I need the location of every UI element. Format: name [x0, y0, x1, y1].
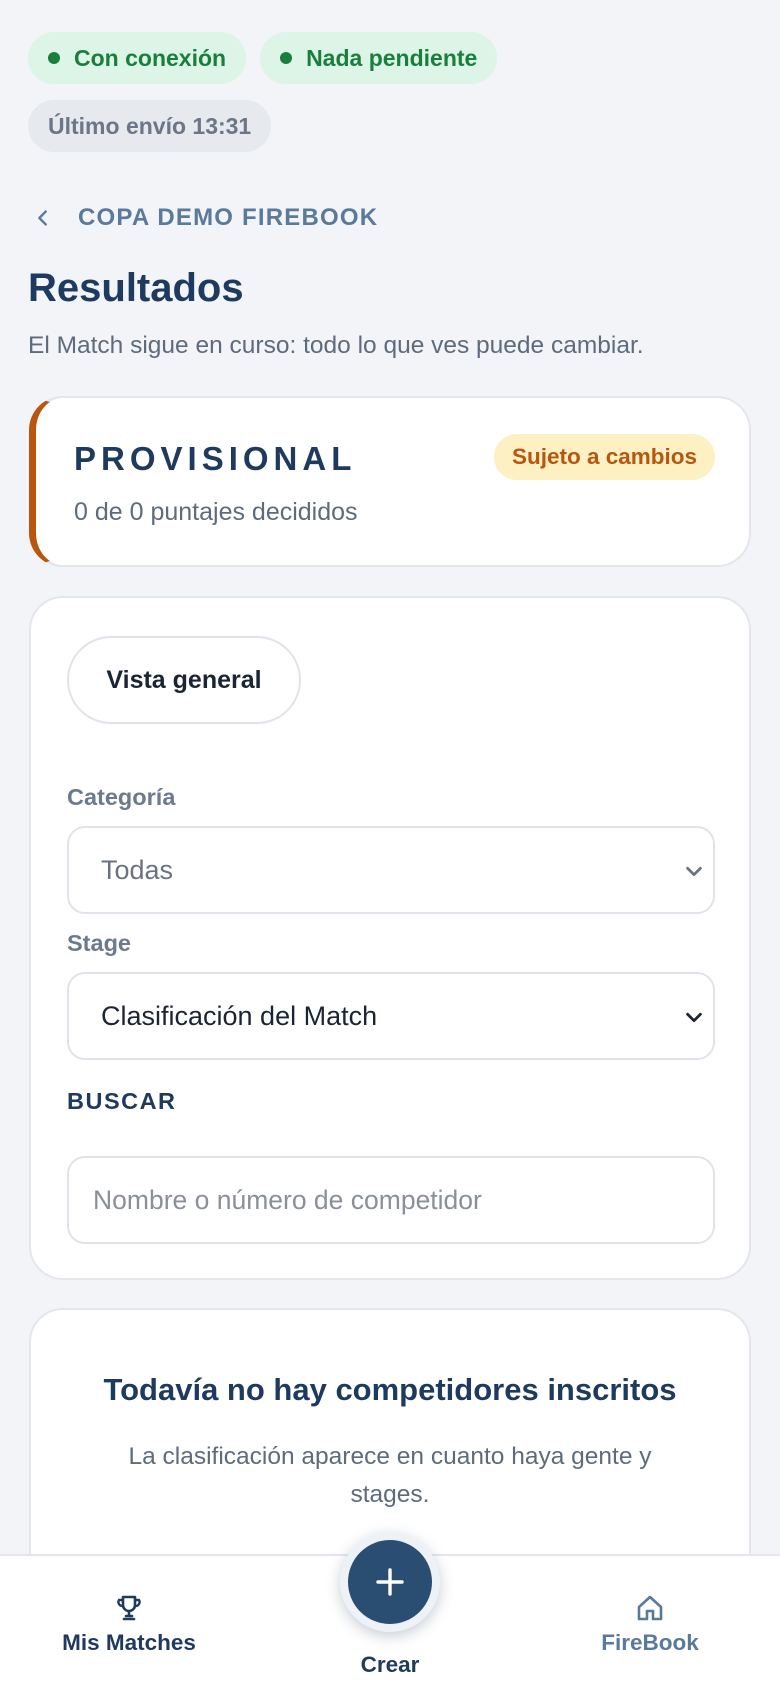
last-sent-label: Último envío 13:31 — [48, 112, 252, 139]
status-bar: Con conexión Nada pendiente — [28, 32, 498, 84]
last-sent-badge: Último envío 13:31 — [28, 100, 272, 152]
pending-status-label: Nada pendiente — [306, 44, 478, 71]
provisional-card: PROVISIONAL Sujeto a cambios 0 de 0 punt… — [29, 396, 751, 567]
subject-to-change-badge: Sujeto a cambios — [493, 434, 715, 480]
nav-item-firebook[interactable]: FireBook — [540, 1592, 760, 1656]
nav-label-create: Crear — [360, 1652, 420, 1677]
nav-label-firebook: FireBook — [601, 1630, 699, 1655]
page-title: Resultados — [28, 266, 244, 310]
stage-label: Stage — [67, 930, 131, 956]
connection-status-label: Con conexión — [74, 44, 227, 71]
category-select[interactable]: Todas — [67, 826, 715, 914]
plus-icon — [376, 1568, 404, 1596]
nav-label-my-matches: Mis Matches — [62, 1630, 196, 1655]
breadcrumb-back-link[interactable]: COPA DEMO FIREBOOK — [32, 204, 378, 232]
connection-status-badge: Con conexión — [28, 32, 247, 84]
stage-select[interactable]: Clasificación del Match — [67, 972, 715, 1060]
home-icon — [637, 1595, 663, 1621]
search-label: BUSCAR — [67, 1088, 177, 1114]
chevron-left-icon — [38, 210, 47, 226]
chevron-down-icon — [686, 1012, 702, 1023]
scores-decided-count: 0 de 0 puntajes decididos — [74, 498, 358, 526]
trophy-icon — [117, 1595, 141, 1621]
chevron-down-icon — [686, 866, 702, 877]
category-label: Categoría — [67, 784, 176, 810]
empty-state-text: La clasificación aparece en cuanto haya … — [128, 1443, 652, 1508]
page-subtitle: El Match sigue en curso: todo lo que ves… — [28, 332, 644, 359]
create-fab-button[interactable] — [340, 1532, 440, 1632]
breadcrumb-label: COPA DEMO FIREBOOK — [78, 204, 379, 231]
category-select-value: Todas — [101, 854, 174, 885]
search-input[interactable] — [67, 1156, 715, 1244]
pending-status-badge: Nada pendiente — [260, 32, 498, 84]
connection-dot-icon — [48, 52, 60, 64]
nav-item-my-matches[interactable]: Mis Matches — [19, 1592, 239, 1656]
provisional-title: PROVISIONAL — [74, 440, 357, 477]
pending-dot-icon — [280, 52, 293, 64]
stage-select-value: Clasificación del Match — [101, 1000, 378, 1031]
filters-card: Vista general Categoría Todas Stage Clas… — [29, 596, 751, 1280]
general-view-button[interactable]: Vista general — [67, 636, 301, 724]
empty-state-title: Todavía no hay competidores inscritos — [103, 1372, 677, 1407]
